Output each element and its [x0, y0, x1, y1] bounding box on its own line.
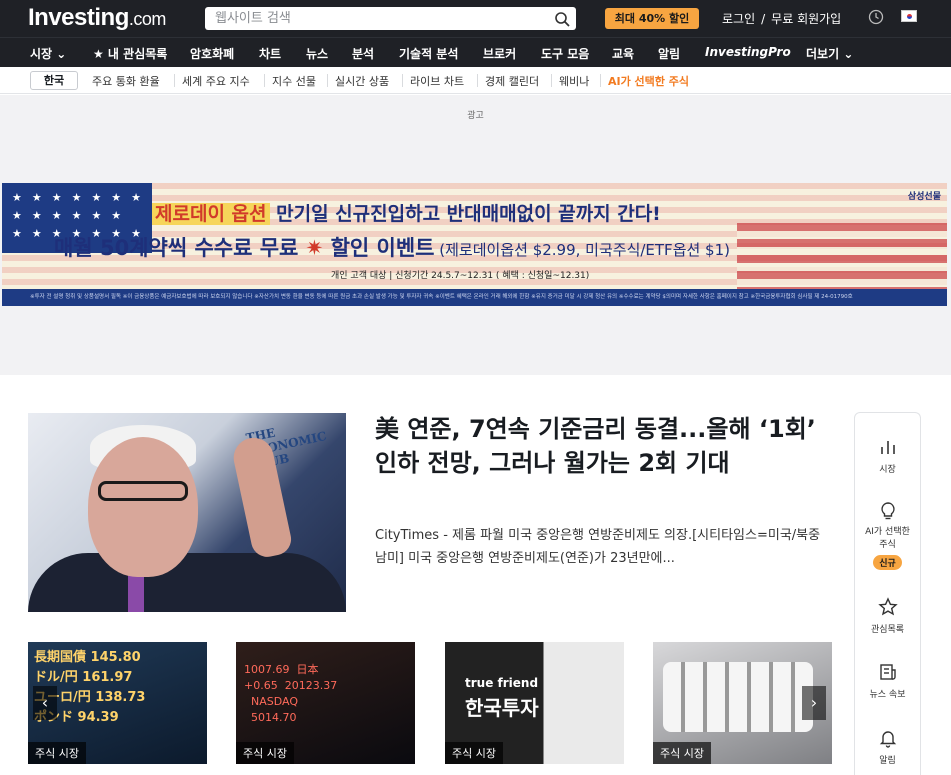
subnav-futures[interactable]: 지수 선물 — [272, 73, 316, 89]
thumbnail-category: 주식 시장 — [28, 742, 86, 764]
banner-flag-right — [737, 223, 947, 293]
ad-disclaimer: ※투자 전 설명 청취 및 상품설명서 필독 ※이 금융상품은 예금자보호법에 … — [2, 289, 947, 306]
nav-analysis[interactable]: 분석 — [352, 45, 374, 62]
sub-nav: 한국 주요 통화 환율 세계 주요 지수 지수 선물 실시간 상품 라이브 차트… — [0, 67, 951, 94]
search-icon[interactable] — [554, 11, 570, 27]
nav-brokers[interactable]: 브로커 — [483, 45, 516, 62]
subnav-indices[interactable]: 세계 주요 지수 — [182, 73, 250, 89]
subnav-commodities[interactable]: 실시간 상품 — [335, 73, 389, 89]
divider — [264, 74, 265, 87]
search-box[interactable] — [205, 7, 576, 30]
thumbnail-overlay-text: true friend 한국투자 — [465, 676, 539, 720]
hero-description[interactable]: CityTimes - 제롬 파월 미국 중앙은행 연방준비제도 의장.[시티타… — [375, 524, 830, 570]
ad-period: 개인 고객 대상 | 신청기간 24.5.7~12.31 ( 혜택 : 신청일~… — [331, 271, 590, 281]
side-item-ai-picks[interactable]: AI가 선택한 주식 신규 — [855, 501, 920, 570]
site-logo[interactable]: Investing.com — [28, 4, 166, 32]
ad-brand: 삼성선물 — [907, 192, 941, 202]
chevron-right-icon: › — [810, 693, 818, 712]
chevron-left-icon: ‹ — [41, 693, 49, 712]
nav-education[interactable]: 교육 — [612, 45, 634, 62]
side-item-breaking-news[interactable]: 뉴스 속보 — [855, 662, 920, 700]
subnav-webinar[interactable]: 웨비나 — [559, 73, 589, 89]
nav-alerts[interactable]: 알림 — [658, 45, 680, 62]
thumbnail-overlay-text: 1007.69 日本 +0.65 20123.37 NASDAQ 5014.70 — [244, 663, 338, 724]
carousel-next-button[interactable]: › — [802, 686, 826, 720]
nav-watchlist[interactable]: ★ 내 관심목록 — [93, 45, 167, 62]
thumbnail-category: 주식 시장 — [653, 742, 711, 764]
subnav-ai-picks[interactable]: AI가 선택한 주식 — [608, 73, 689, 89]
hero-image[interactable]: THE ECONOMIC CLUB — [28, 413, 346, 612]
main-nav: 시장 ⌄ ★ 내 관심목록 암호화폐 차트 뉴스 분석 기술적 분석 브로커 도… — [0, 37, 951, 67]
nav-news[interactable]: 뉴스 — [306, 45, 328, 62]
carousel-prev-button[interactable]: ‹ — [33, 686, 57, 720]
signup-link[interactable]: 무료 회원가입 — [771, 12, 841, 26]
promo-button[interactable]: 최대 40% 할인 — [605, 8, 699, 29]
top-bar: Investing.com 최대 40% 할인 로그인 / 무료 회원가입 — [0, 0, 951, 37]
korea-flag-icon[interactable] — [901, 10, 917, 22]
ad-subheadline: 매월 50계약씩 수수료 무료 ✷ 할인 이벤트 (제로데이옵션 $2.99, … — [54, 236, 730, 260]
thumbnail-graphic — [663, 662, 813, 732]
divider — [174, 74, 175, 87]
new-badge: 신규 — [873, 555, 902, 570]
nav-investingpro[interactable]: InvestingPro — [705, 45, 791, 59]
login-link[interactable]: 로그인 — [722, 12, 755, 26]
nav-charts[interactable]: 차트 — [259, 45, 281, 62]
bar-chart-icon — [880, 441, 895, 454]
nav-crypto[interactable]: 암호화폐 — [190, 45, 234, 62]
divider — [327, 74, 328, 87]
side-item-watchlist[interactable]: 관심목록 — [855, 597, 920, 635]
thumbnail-category: 주식 시장 — [445, 742, 503, 764]
news-thumbnail[interactable]: 1007.69 日本 +0.65 20123.37 NASDAQ 5014.70 … — [236, 642, 415, 764]
auth-divider: / — [761, 12, 766, 26]
nav-technical[interactable]: 기술적 분석 — [399, 45, 458, 62]
ad-headline: 제로데이 옵션 만기일 신규진입하고 반대매매없이 끝까지 간다! — [152, 199, 661, 226]
divider — [477, 74, 478, 87]
subnav-fx[interactable]: 주요 통화 환율 — [92, 73, 160, 89]
side-panel: 시장 AI가 선택한 주식 신규 관심목록 뉴스 속보 알림 — [854, 412, 921, 775]
ad-banner[interactable]: ★★★★★★★ ★★★★★★ ★★★★★★★ 삼성선물 제로데이 옵션 만기일 신규… — [2, 183, 947, 306]
divider — [600, 74, 601, 87]
subnav-korea[interactable]: 한국 — [30, 71, 78, 90]
ad-label: 광고 — [467, 111, 484, 121]
chevron-down-icon: ⌄ — [843, 47, 854, 61]
chevron-down-icon: ⌄ — [56, 47, 67, 61]
nav-tools[interactable]: 도구 모음 — [541, 45, 589, 62]
hero-title[interactable]: 美 연준, 7연속 기준금리 동결...올해 ‘1회’ 인하 전망, 그러나 월… — [375, 412, 830, 480]
divider — [402, 74, 403, 87]
thumbnail-category: 주식 시장 — [236, 742, 294, 764]
side-item-markets[interactable]: 시장 — [855, 437, 920, 475]
news-icon — [879, 664, 896, 680]
auth-links: 로그인 / 무료 회원가입 — [722, 10, 847, 27]
star-icon — [877, 597, 898, 616]
divider — [551, 74, 552, 87]
nav-more[interactable]: 더보기 ⌄ — [806, 45, 853, 62]
nav-markets[interactable]: 시장 ⌄ — [30, 45, 66, 62]
bell-icon — [879, 731, 896, 748]
subnav-calendar[interactable]: 경제 캘린더 — [485, 73, 539, 89]
clock-icon[interactable] — [868, 9, 884, 25]
news-thumbnail[interactable]: true friend 한국투자 주식 시장 — [445, 642, 624, 764]
lightbulb-icon — [880, 502, 895, 520]
subnav-live-chart[interactable]: 라이브 차트 — [410, 73, 464, 89]
side-item-alerts[interactable]: 알림 — [855, 728, 920, 766]
search-input[interactable] — [205, 7, 545, 30]
